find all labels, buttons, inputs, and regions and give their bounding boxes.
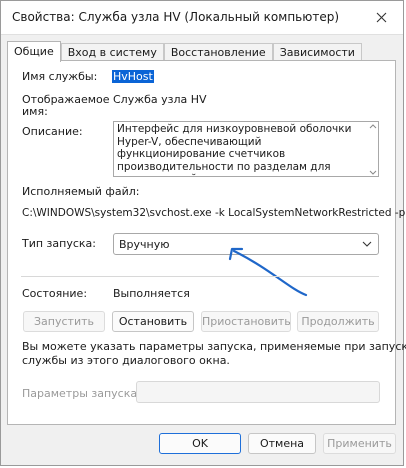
service-name-text: HvHost xyxy=(112,70,154,83)
params-input[interactable] xyxy=(136,381,380,403)
annotation-arrow xyxy=(228,247,308,297)
dialog-footer: OK Отмена Применить xyxy=(1,423,403,465)
resume-button[interactable]: Продолжить xyxy=(297,311,379,332)
display-name-label-line2: имя: xyxy=(22,105,48,118)
scroll-arrows-icon xyxy=(369,124,377,175)
tab-dependencies[interactable]: Зависимости xyxy=(272,43,362,61)
close-button[interactable] xyxy=(359,1,403,34)
status-value: Выполняется xyxy=(113,287,190,300)
tab-recovery[interactable]: Восстановление xyxy=(163,43,273,61)
description-label: Описание: xyxy=(22,125,83,138)
title-bar: Свойства: Служба узла HV (Локальный комп… xyxy=(1,1,403,35)
cancel-button[interactable]: Отмена xyxy=(248,433,316,454)
description-box[interactable]: Интерфейс для низкоуровневой оболочки Hy… xyxy=(113,121,379,177)
startup-type-value: Вручную xyxy=(119,238,170,251)
startup-type-label: Тип запуска: xyxy=(22,237,96,250)
tab-logon[interactable]: Вход в систему xyxy=(60,43,164,61)
service-name-value[interactable]: HvHost xyxy=(112,70,154,83)
service-name-label: Имя службы: xyxy=(22,70,98,83)
hint-text-line1: Вы можете указать параметры запуска, при… xyxy=(22,340,406,353)
chevron-down-icon xyxy=(362,241,372,247)
exe-path: C:\WINDOWS\system32\svchost.exe -k Local… xyxy=(22,207,406,219)
exe-label: Исполняемый файл: xyxy=(22,185,140,198)
description-scrollbar[interactable] xyxy=(369,123,377,175)
tab-strip: Общие Вход в систему Восстановление Зави… xyxy=(7,41,362,62)
display-name-value[interactable]: Служба узла HV xyxy=(113,93,207,106)
stop-button[interactable]: Остановить xyxy=(112,311,194,332)
close-icon xyxy=(376,12,386,23)
params-label: Параметры запуска: xyxy=(22,387,141,400)
description-text: Интерфейс для низкоуровневой оболочки Hy… xyxy=(117,123,352,176)
apply-button[interactable]: Применить xyxy=(323,433,396,454)
window-title: Свойства: Служба узла HV (Локальный комп… xyxy=(12,10,340,24)
ok-button[interactable]: OK xyxy=(159,433,241,454)
hint-text-line2: службы из этого диалогового окна. xyxy=(22,354,230,367)
status-label: Состояние: xyxy=(22,287,88,300)
start-button[interactable]: Запустить xyxy=(23,311,105,332)
service-properties-window: Свойства: Служба узла HV (Локальный комп… xyxy=(0,0,406,466)
tab-general[interactable]: Общие xyxy=(7,41,61,62)
pause-button[interactable]: Приостановить xyxy=(201,311,291,332)
separator xyxy=(21,276,379,277)
general-panel: Имя службы: HvHost Отображаемое имя: Слу… xyxy=(7,60,406,425)
